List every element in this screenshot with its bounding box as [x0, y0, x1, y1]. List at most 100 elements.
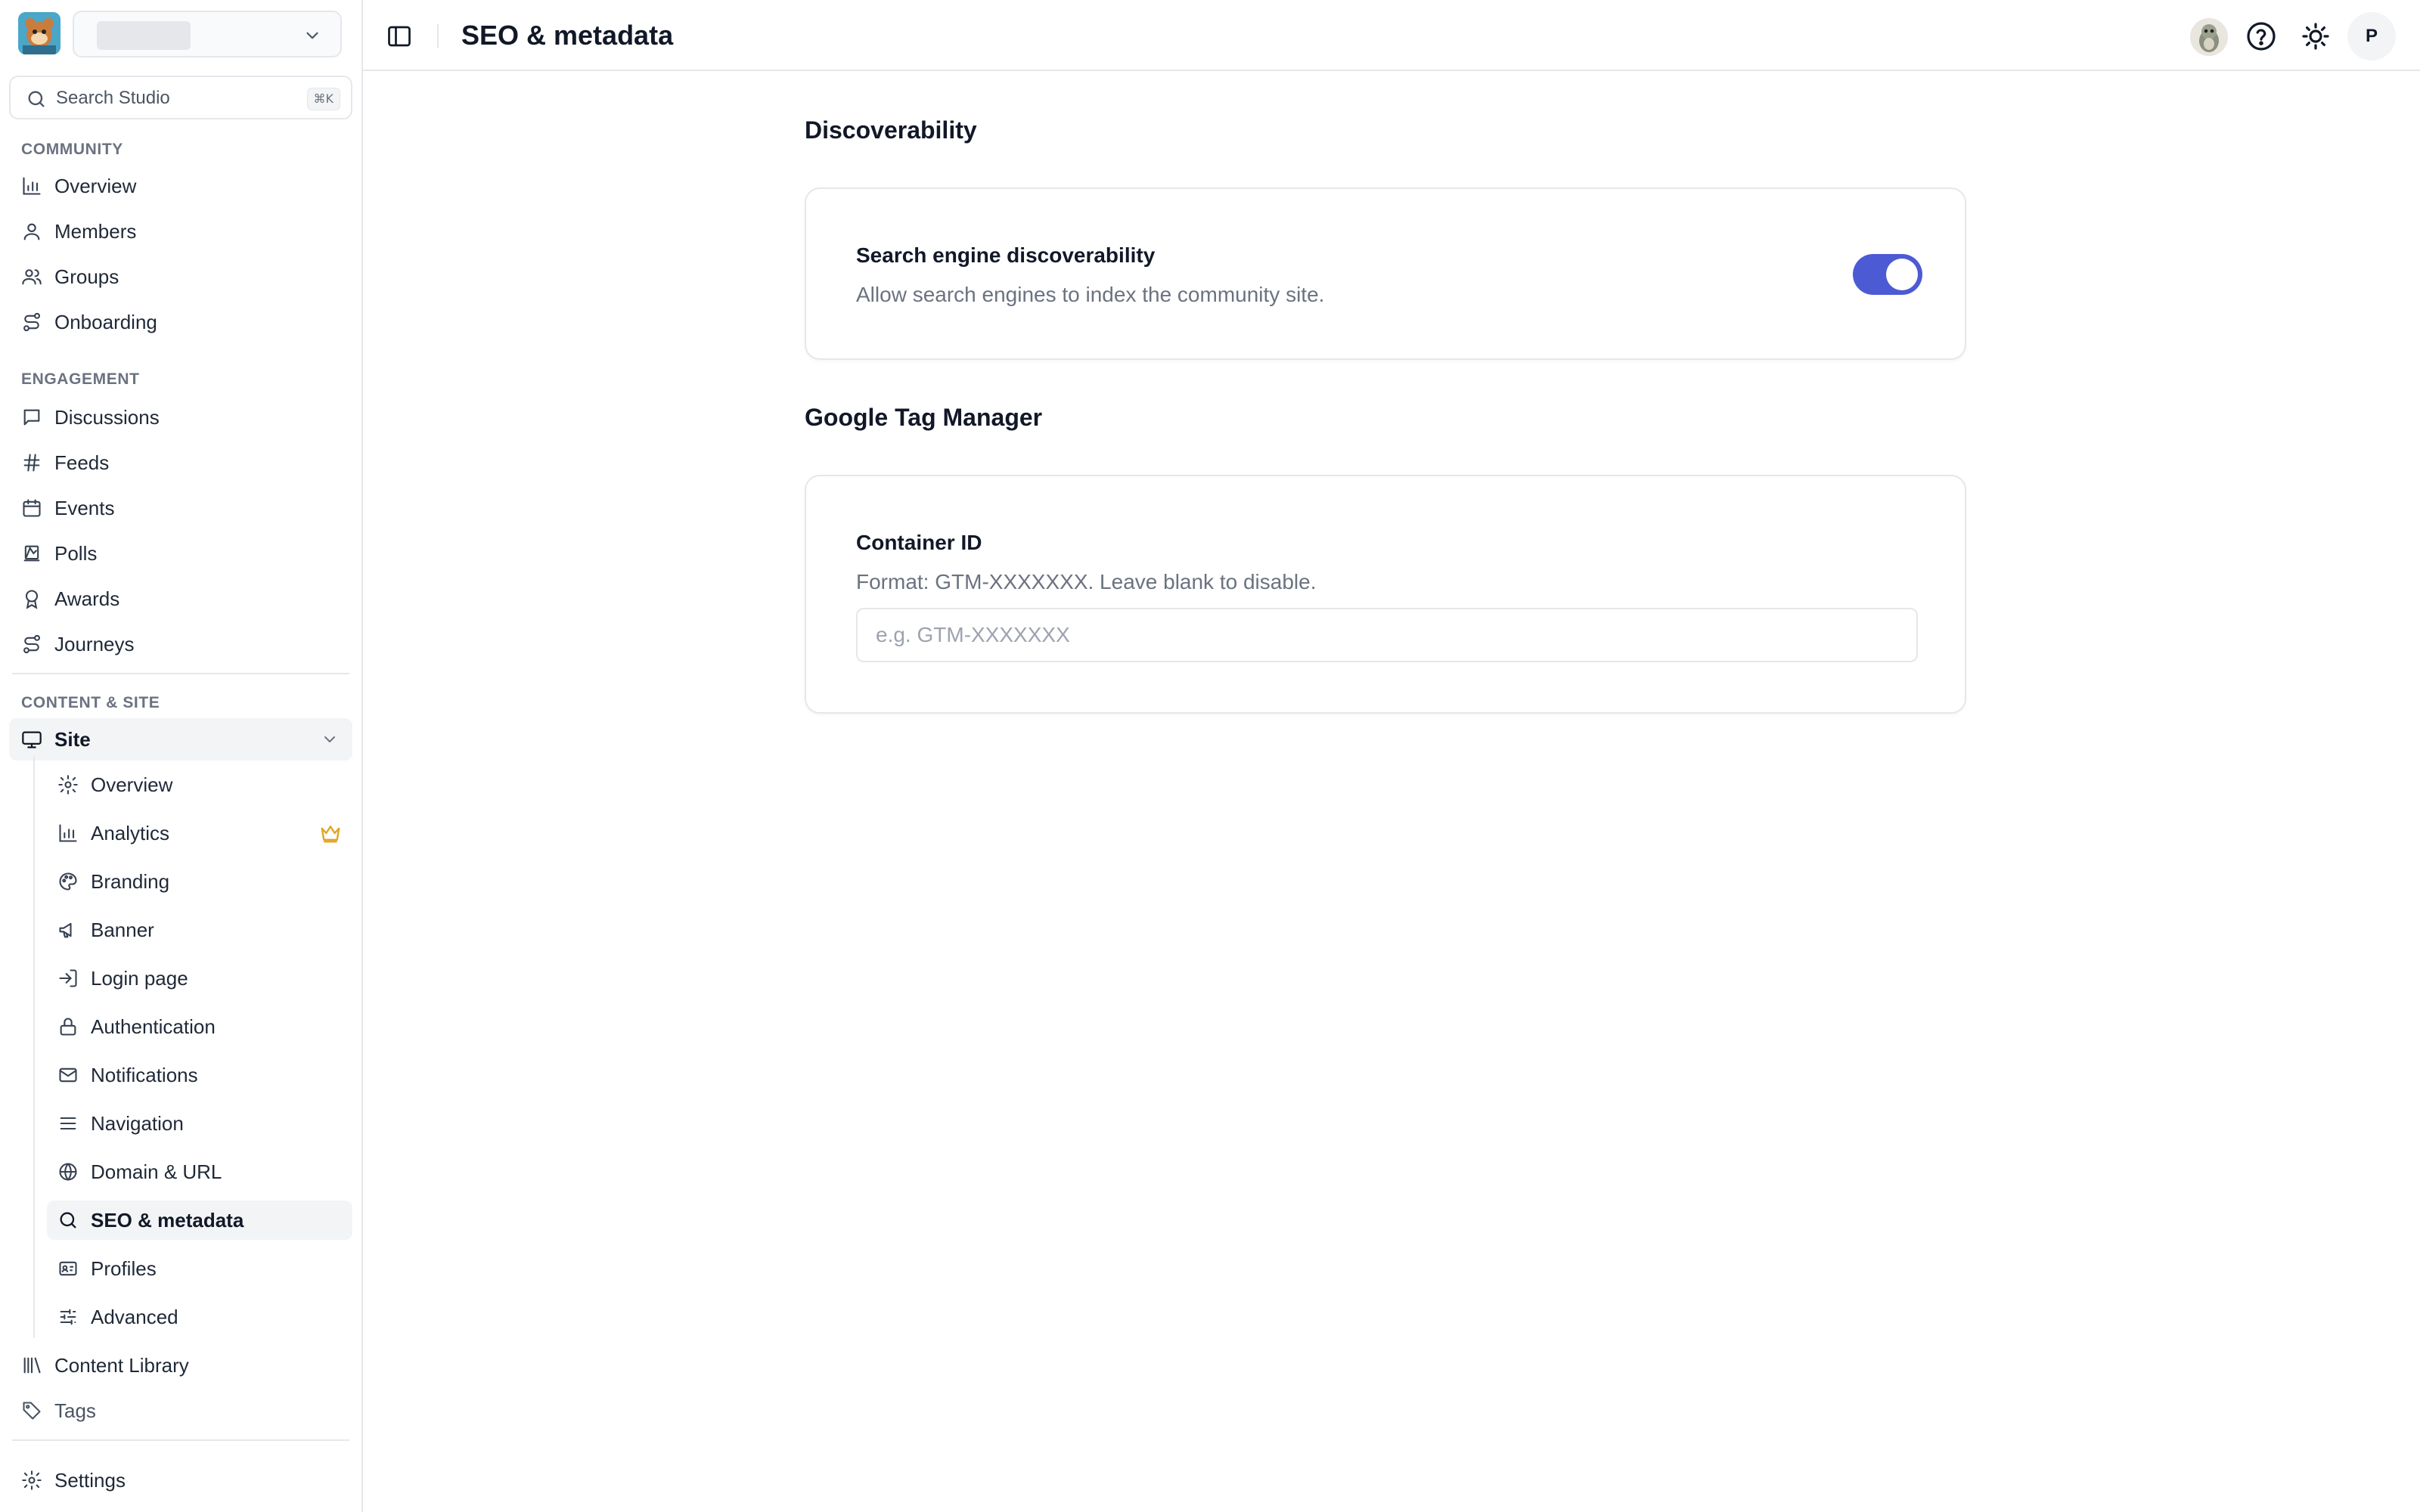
id-card-icon [57, 1258, 79, 1279]
site-item-label: Domain & URL [91, 1160, 222, 1183]
site-item-notifications[interactable]: Notifications [47, 1055, 352, 1095]
site-item-label: Authentication [91, 1015, 216, 1038]
sidebar-item-label: Tags [54, 1399, 96, 1422]
sidebar-item-awards[interactable]: Awards [9, 578, 352, 620]
sidebar-item-label: Onboarding [54, 310, 157, 333]
site-item-advanced[interactable]: Advanced [47, 1297, 352, 1337]
sliders-icon [57, 1306, 79, 1328]
lock-icon [57, 1016, 79, 1037]
chevron-down-icon [302, 26, 322, 45]
bar-chart-icon [21, 175, 42, 197]
site-item-label: Branding [91, 869, 170, 893]
tag-icon [21, 1400, 42, 1421]
site-item-navigation[interactable]: Navigation [47, 1104, 352, 1143]
menu-icon [57, 1113, 79, 1134]
mascot-avatar[interactable] [2190, 18, 2228, 56]
section-label-content-site: CONTENT & SITE [21, 694, 160, 711]
site-item-profiles[interactable]: Profiles [47, 1249, 352, 1288]
chevron-down-icon [321, 730, 339, 748]
user-avatar[interactable]: P [2347, 12, 2396, 60]
page-title: SEO & metadata [461, 20, 674, 51]
divider [437, 24, 439, 48]
site-item-label: Analytics [91, 821, 170, 844]
library-icon [21, 1355, 42, 1376]
search-engine-discoverability-label: Search engine discoverability [856, 243, 1156, 267]
sidebar-item-settings[interactable]: Settings [9, 1459, 352, 1501]
hash-icon [21, 452, 42, 473]
sidebar-item-label: Content Library [54, 1353, 189, 1377]
site-item-banner[interactable]: Banner [47, 910, 352, 950]
submenu-rule [33, 756, 35, 1338]
monitor-icon [21, 729, 42, 750]
sidebar-item-label: Site [54, 727, 91, 751]
megaphone-icon [57, 919, 79, 940]
container-id-input[interactable] [856, 608, 1918, 662]
sidebar-item-label: Feeds [54, 451, 110, 474]
toggle-sidebar-icon[interactable] [386, 23, 413, 50]
search-input[interactable] [56, 83, 298, 113]
crown-icon [319, 823, 342, 844]
discoverability-heading: Discoverability [805, 116, 977, 144]
sidebar-item-onboarding[interactable]: Onboarding [9, 301, 352, 343]
sidebar-item-label: Groups [54, 265, 119, 288]
site-item-authentication[interactable]: Authentication [47, 1007, 352, 1046]
gear-icon [57, 774, 79, 795]
sidebar-item-members[interactable]: Members [9, 210, 352, 253]
route-icon [21, 634, 42, 655]
section-label-engagement: ENGAGEMENT [21, 370, 140, 388]
message-square-icon [21, 407, 42, 428]
site-item-login-page[interactable]: Login page [47, 959, 352, 998]
site-item-label: Navigation [91, 1111, 184, 1135]
search-studio[interactable]: ⌘K [9, 76, 352, 119]
community-switcher[interactable] [73, 11, 342, 57]
sidebar-item-label: Events [54, 496, 115, 519]
divider [12, 1439, 349, 1441]
user-icon [21, 221, 42, 242]
log-in-icon [57, 968, 79, 989]
container-id-label: Container ID [856, 531, 982, 554]
sidebar-item-overview[interactable]: Overview [9, 165, 352, 207]
community-logo[interactable] [18, 12, 60, 54]
sidebar-item-groups[interactable]: Groups [9, 256, 352, 298]
site-item-analytics[interactable]: Analytics [47, 813, 352, 853]
search-engine-discoverability-toggle[interactable] [1853, 254, 1922, 295]
site-item-overview[interactable]: Overview [47, 765, 352, 804]
users-icon [21, 266, 42, 287]
help-icon[interactable] [2243, 18, 2279, 54]
mail-icon [57, 1064, 79, 1086]
sidebar-item-discussions[interactable]: Discussions [9, 396, 352, 438]
sidebar-item-events[interactable]: Events [9, 487, 352, 529]
sidebar-item-tags[interactable]: Tags [9, 1390, 352, 1432]
calendar-icon [21, 497, 42, 519]
sidebar-item-feeds[interactable]: Feeds [9, 442, 352, 484]
sidebar-item-site[interactable]: Site [9, 718, 352, 761]
theme-toggle-sun-icon[interactable] [2297, 18, 2334, 54]
poll-icon [21, 543, 42, 564]
site-item-label: Login page [91, 966, 188, 990]
site-item-label: Notifications [91, 1063, 198, 1086]
google-tag-manager-card: Container ID Format: GTM-XXXXXXX. Leave … [805, 475, 1966, 714]
top-bar: SEO & metadata P [363, 0, 2420, 71]
keyboard-shortcut-badge: ⌘K [306, 88, 340, 110]
site-item-domain-url[interactable]: Domain & URL [47, 1152, 352, 1191]
container-id-help: Format: GTM-XXXXXXX. Leave blank to disa… [856, 570, 1317, 593]
google-tag-manager-heading: Google Tag Manager [805, 404, 1043, 431]
gear-icon [21, 1470, 42, 1491]
sidebar-item-polls[interactable]: Polls [9, 532, 352, 575]
bar-chart-icon [57, 823, 79, 844]
section-label-community: COMMUNITY [21, 141, 123, 158]
award-icon [21, 588, 42, 609]
sidebar-item-label: Journeys [54, 632, 135, 655]
site-item-branding[interactable]: Branding [47, 862, 352, 901]
site-item-seo-metadata[interactable]: SEO & metadata [47, 1201, 352, 1240]
site-item-label: SEO & metadata [91, 1208, 244, 1232]
sidebar-item-content-library[interactable]: Content Library [9, 1344, 352, 1387]
route-icon [21, 311, 42, 333]
site-item-label: Banner [91, 918, 154, 941]
site-item-label: Overview [91, 773, 173, 796]
sidebar-item-label: Polls [54, 541, 98, 565]
globe-icon [57, 1161, 79, 1182]
sidebar-item-journeys[interactable]: Journeys [9, 623, 352, 665]
sidebar-item-label: Settings [54, 1468, 126, 1492]
divider [12, 673, 349, 674]
